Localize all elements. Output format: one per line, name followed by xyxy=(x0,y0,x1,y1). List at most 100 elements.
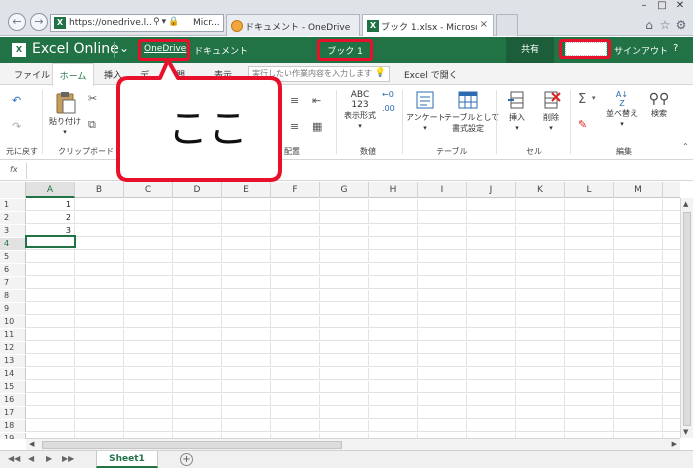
cell-h15[interactable] xyxy=(369,381,418,393)
cell-e9[interactable] xyxy=(222,303,271,315)
cell-h4[interactable] xyxy=(369,238,418,250)
row-header-17[interactable]: 17 xyxy=(0,407,26,419)
cell-l16[interactable] xyxy=(565,394,614,406)
cell-b17[interactable] xyxy=(75,407,124,419)
cell-f7[interactable] xyxy=(271,277,320,289)
row-header-15[interactable]: 15 xyxy=(0,381,26,393)
cell-g2[interactable] xyxy=(320,212,369,224)
cell-b13[interactable] xyxy=(75,355,124,367)
cell-k1[interactable] xyxy=(516,199,565,211)
cell-b10[interactable] xyxy=(75,316,124,328)
scroll-up-icon[interactable]: ▲ xyxy=(683,200,688,208)
tab-insert[interactable]: 挿入 xyxy=(104,68,122,81)
cell-e4[interactable] xyxy=(222,238,271,250)
cell-c13[interactable] xyxy=(124,355,173,367)
cell-e8[interactable] xyxy=(222,290,271,302)
cell-d8[interactable] xyxy=(173,290,222,302)
address-bar[interactable]: X https://onedrive.l... ⚲ ▾ 🔒 Micr... xyxy=(50,14,224,32)
cell-a16[interactable] xyxy=(26,394,75,406)
cell-m3[interactable] xyxy=(614,225,663,237)
cell-f3[interactable] xyxy=(271,225,320,237)
cell-i18[interactable] xyxy=(418,420,467,432)
formula-input[interactable] xyxy=(30,164,680,178)
cell-h11[interactable] xyxy=(369,329,418,341)
cell-h5[interactable] xyxy=(369,251,418,263)
cell-j10[interactable] xyxy=(467,316,516,328)
vertical-scrollbar[interactable]: ▲ ▼ xyxy=(680,198,693,438)
home-icon[interactable]: ⌂ xyxy=(641,18,657,32)
cell-c5[interactable] xyxy=(124,251,173,263)
cell-d18[interactable] xyxy=(173,420,222,432)
open-in-excel-link[interactable]: Excel で開く xyxy=(404,68,458,81)
cell-c8[interactable] xyxy=(124,290,173,302)
cell-a12[interactable] xyxy=(26,342,75,354)
cell-i14[interactable] xyxy=(418,368,467,380)
cell-e16[interactable] xyxy=(222,394,271,406)
cell-m7[interactable] xyxy=(614,277,663,289)
cell-a2[interactable]: 2 xyxy=(26,212,75,224)
cell-c16[interactable] xyxy=(124,394,173,406)
scroll-left-icon[interactable]: ◀ xyxy=(29,440,34,448)
cell-e1[interactable] xyxy=(222,199,271,211)
cell-e11[interactable] xyxy=(222,329,271,341)
cell-l14[interactable] xyxy=(565,368,614,380)
cell-e14[interactable] xyxy=(222,368,271,380)
cell-h7[interactable] xyxy=(369,277,418,289)
cell-e6[interactable] xyxy=(222,264,271,276)
redo-icon[interactable]: ↷ xyxy=(12,120,21,133)
cell-k13[interactable] xyxy=(516,355,565,367)
cell-j2[interactable] xyxy=(467,212,516,224)
cell-g8[interactable] xyxy=(320,290,369,302)
cell-h6[interactable] xyxy=(369,264,418,276)
cell-f15[interactable] xyxy=(271,381,320,393)
cell-d11[interactable] xyxy=(173,329,222,341)
cell-j16[interactable] xyxy=(467,394,516,406)
column-header-k[interactable]: K xyxy=(516,182,565,198)
cell-k12[interactable] xyxy=(516,342,565,354)
cell-b14[interactable] xyxy=(75,368,124,380)
cell-g13[interactable] xyxy=(320,355,369,367)
select-all-corner[interactable] xyxy=(0,182,26,198)
cell-i11[interactable] xyxy=(418,329,467,341)
cell-a7[interactable] xyxy=(26,277,75,289)
row-header-3[interactable]: 3 xyxy=(0,225,26,237)
cell-j15[interactable] xyxy=(467,381,516,393)
cell-g18[interactable] xyxy=(320,420,369,432)
cell-c6[interactable] xyxy=(124,264,173,276)
cell-f10[interactable] xyxy=(271,316,320,328)
column-header-g[interactable]: G xyxy=(320,182,369,198)
row-header-2[interactable]: 2 xyxy=(0,212,26,224)
merge-icon[interactable]: ▦ xyxy=(312,120,322,133)
cell-f17[interactable] xyxy=(271,407,320,419)
tell-me-input[interactable] xyxy=(252,69,374,78)
cell-l18[interactable] xyxy=(565,420,614,432)
cell-h13[interactable] xyxy=(369,355,418,367)
cell-c12[interactable] xyxy=(124,342,173,354)
cell-f1[interactable] xyxy=(271,199,320,211)
column-header-m[interactable]: M xyxy=(614,182,663,198)
row-header-1[interactable]: 1 xyxy=(0,199,26,211)
active-cell-outline[interactable] xyxy=(25,235,76,248)
cell-c4[interactable] xyxy=(124,238,173,250)
row-header-10[interactable]: 10 xyxy=(0,316,26,328)
row-header-16[interactable]: 16 xyxy=(0,394,26,406)
cell-k11[interactable] xyxy=(516,329,565,341)
cell-l15[interactable] xyxy=(565,381,614,393)
cell-m17[interactable] xyxy=(614,407,663,419)
cell-c17[interactable] xyxy=(124,407,173,419)
cell-f5[interactable] xyxy=(271,251,320,263)
cell-d14[interactable] xyxy=(173,368,222,380)
cell-b4[interactable] xyxy=(75,238,124,250)
eraser-icon[interactable]: ✎ xyxy=(578,118,587,131)
cell-e18[interactable] xyxy=(222,420,271,432)
cell-m15[interactable] xyxy=(614,381,663,393)
cell-m4[interactable] xyxy=(614,238,663,250)
cell-a9[interactable] xyxy=(26,303,75,315)
cell-j18[interactable] xyxy=(467,420,516,432)
cell-k6[interactable] xyxy=(516,264,565,276)
cell-m14[interactable] xyxy=(614,368,663,380)
cell-l3[interactable] xyxy=(565,225,614,237)
cell-g4[interactable] xyxy=(320,238,369,250)
cell-a11[interactable] xyxy=(26,329,75,341)
maximize-button[interactable]: □ xyxy=(653,0,671,11)
